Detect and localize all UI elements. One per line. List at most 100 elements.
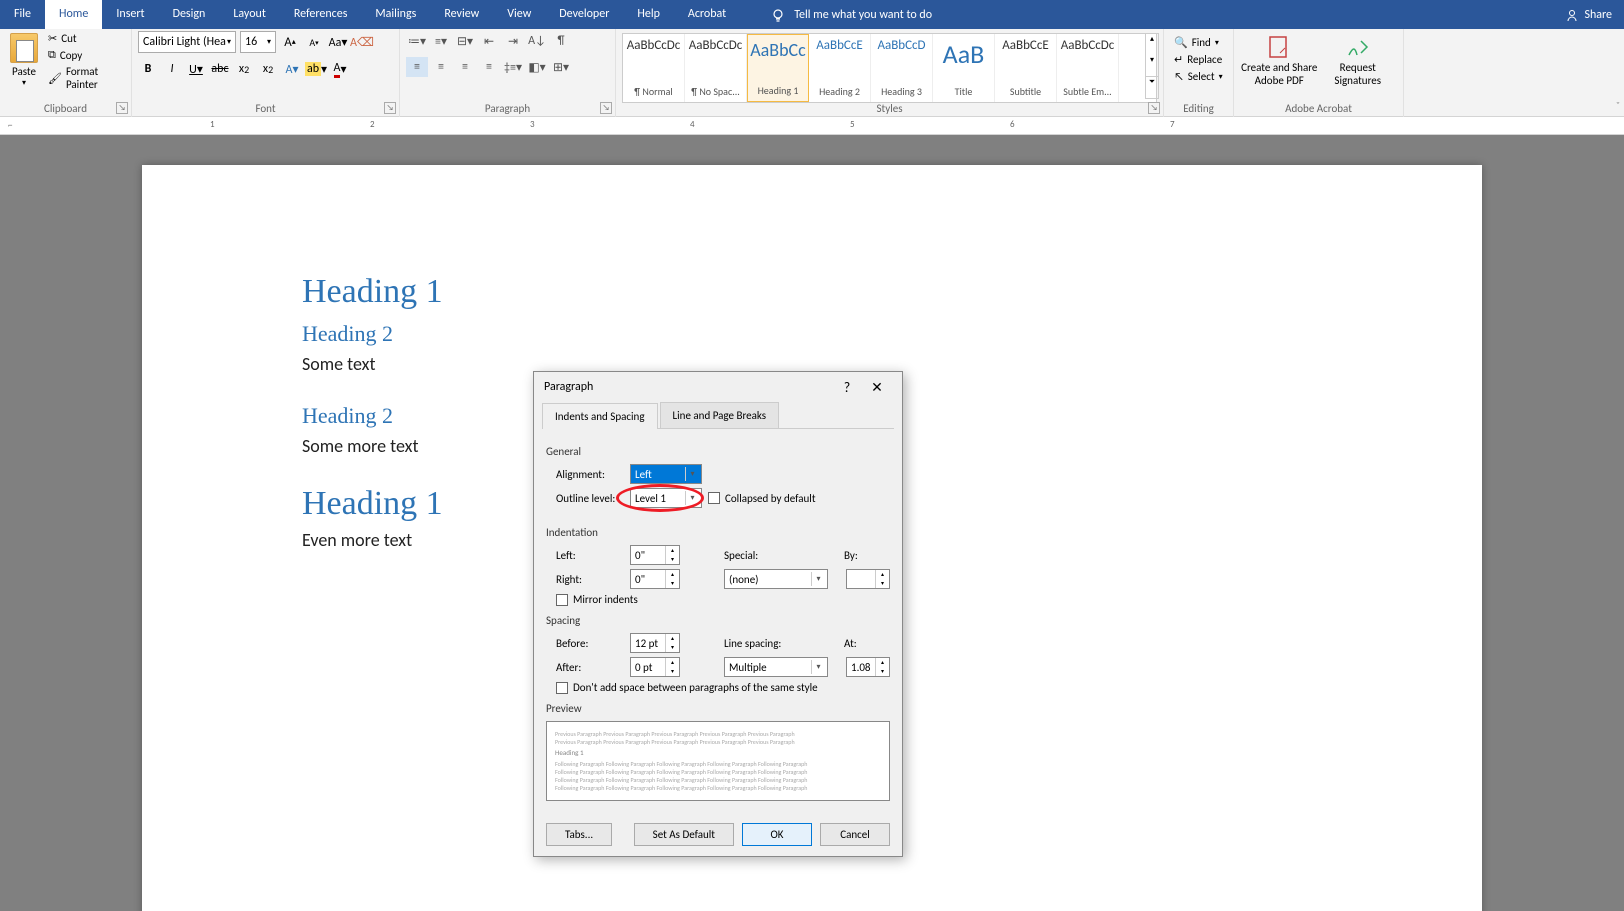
copy-button[interactable]: ⧉Copy xyxy=(46,47,125,63)
font-color-button[interactable]: A▾ xyxy=(330,59,350,79)
style-name-label: Title xyxy=(935,85,992,98)
subscript-button[interactable]: x2 xyxy=(234,59,254,79)
checkbox-icon xyxy=(708,492,720,504)
mirror-indents-checkbox[interactable]: Mirror indents xyxy=(556,593,638,606)
tab-line-page-breaks[interactable]: Line and Page Breaks xyxy=(660,402,780,428)
before-spinner[interactable]: 12 pt▴▾ xyxy=(630,633,680,653)
style-preview: AaBbCcE xyxy=(997,38,1054,53)
style-heading-1[interactable]: AaBbCcHeading 1 xyxy=(747,34,809,102)
bold-button[interactable]: B xyxy=(138,59,158,79)
tab-home[interactable]: Home xyxy=(45,0,102,29)
ok-button[interactable]: OK xyxy=(742,823,812,846)
tabs-button[interactable]: Tabs... xyxy=(546,823,612,846)
tab-layout[interactable]: Layout xyxy=(219,0,280,29)
align-left-button[interactable]: ≡ xyxy=(406,57,428,77)
align-center-button[interactable]: ≡ xyxy=(430,57,452,77)
numbering-button[interactable]: ≡▾ xyxy=(430,31,452,51)
tab-insert[interactable]: Insert xyxy=(102,0,158,29)
italic-button[interactable]: I xyxy=(162,59,182,79)
format-painter-button[interactable]: 🖌Format Painter xyxy=(46,64,125,92)
tab-design[interactable]: Design xyxy=(159,0,220,29)
styles-scroll[interactable]: ▴▾⏷ xyxy=(1145,33,1159,99)
find-button[interactable]: 🔍Find▾ xyxy=(1170,35,1227,50)
tab-indents-spacing[interactable]: Indents and Spacing xyxy=(542,403,658,429)
borders-button[interactable]: ⊞▾ xyxy=(550,57,572,77)
increase-indent-button[interactable]: ⇥ xyxy=(502,31,524,51)
clipboard-dialog-launcher[interactable]: ↘ xyxy=(116,102,128,114)
alignment-combo[interactable]: Left▾ xyxy=(630,464,702,484)
preview-fol-line: Following Paragraph Following Paragraph … xyxy=(555,784,881,792)
replace-button[interactable]: ↵Replace xyxy=(1170,52,1227,67)
dialog-close-button[interactable]: ✕ xyxy=(862,379,892,396)
paragraph-dialog-launcher[interactable]: ↘ xyxy=(600,102,612,114)
tab-developer[interactable]: Developer xyxy=(545,0,623,29)
tab-view[interactable]: View xyxy=(493,0,545,29)
select-button[interactable]: ↖Select▾ xyxy=(1170,69,1227,84)
tab-help[interactable]: Help xyxy=(623,0,674,29)
doc-heading2-a[interactable]: Heading 2 xyxy=(302,321,1322,347)
style-subtle-em---[interactable]: AaBbCcDcSubtle Em... xyxy=(1057,34,1119,102)
line-spacing-combo[interactable]: Multiple▾ xyxy=(724,657,828,677)
clear-formatting-button[interactable]: A⌫ xyxy=(352,32,372,52)
line-spacing-button[interactable]: ‡≡▾ xyxy=(502,57,524,77)
outline-level-combo[interactable]: Level 1▾ xyxy=(630,488,702,508)
ruler-mark: 4 xyxy=(690,119,695,130)
at-spinner[interactable]: 1.08▴▾ xyxy=(846,657,890,677)
style-preview: AaB xyxy=(935,38,992,70)
bullets-button[interactable]: ≔▾ xyxy=(406,31,428,51)
shading-button[interactable]: ◧▾ xyxy=(526,57,548,77)
indent-right-spinner[interactable]: 0"▴▾ xyxy=(630,569,680,589)
tell-me-search[interactable]: Tell me what you want to do xyxy=(770,7,932,23)
by-spinner[interactable]: ▴▾ xyxy=(846,569,890,589)
multilevel-button[interactable]: ⊟▾ xyxy=(454,31,476,51)
style---no-spac---[interactable]: AaBbCcDc¶ No Spac... xyxy=(685,34,747,102)
tab-references[interactable]: References xyxy=(280,0,362,29)
underline-button[interactable]: U▾ xyxy=(186,59,206,79)
font-name-value: Calibri Light (Hea xyxy=(143,35,226,49)
doc-heading1-a[interactable]: Heading 1 xyxy=(302,273,1322,311)
style-title[interactable]: AaB Title xyxy=(933,34,995,102)
outline-level-value: Level 1 xyxy=(635,492,666,505)
cut-label: Cut xyxy=(61,32,76,45)
ruler-corner: ⌐ xyxy=(8,120,12,131)
collapsed-checkbox[interactable]: Collapsed by default xyxy=(708,492,816,505)
dialog-titlebar[interactable]: Paragraph ? ✕ xyxy=(534,372,902,402)
shrink-font-button[interactable]: A▾ xyxy=(304,32,324,52)
strikethrough-button[interactable]: abc xyxy=(210,59,230,79)
tab-acrobat[interactable]: Acrobat xyxy=(674,0,740,29)
font-size-combo[interactable]: 16▾ xyxy=(240,31,276,53)
superscript-button[interactable]: x2 xyxy=(258,59,278,79)
font-dialog-launcher[interactable]: ↘ xyxy=(384,102,396,114)
highlight-button[interactable]: ab▾ xyxy=(306,59,326,79)
tab-file[interactable]: File xyxy=(0,0,45,29)
after-spinner[interactable]: 0 pt▴▾ xyxy=(630,657,680,677)
align-right-button[interactable]: ≡ xyxy=(454,57,476,77)
horizontal-ruler[interactable]: ⌐ 1234567 xyxy=(0,117,1624,135)
alignment-value: Left xyxy=(635,468,652,481)
tab-mailings[interactable]: Mailings xyxy=(361,0,430,29)
set-default-button[interactable]: Set As Default xyxy=(634,823,734,846)
indent-left-spinner[interactable]: 0"▴▾ xyxy=(630,545,680,565)
style---normal[interactable]: AaBbCcDc¶ Normal xyxy=(623,34,685,102)
grow-font-button[interactable]: A▴ xyxy=(280,32,300,52)
font-name-combo[interactable]: Calibri Light (Hea▾ xyxy=(138,31,236,53)
change-case-button[interactable]: Aa▾ xyxy=(328,32,348,52)
cancel-button[interactable]: Cancel xyxy=(820,823,890,846)
share-button[interactable]: Share xyxy=(1565,8,1612,22)
show-marks-button[interactable]: ¶ xyxy=(550,31,572,51)
style-heading-3[interactable]: AaBbCcDHeading 3 xyxy=(871,34,933,102)
sort-button[interactable]: A↓ xyxy=(526,31,548,51)
dialog-help-button[interactable]: ? xyxy=(832,379,862,396)
decrease-indent-button[interactable]: ⇤ xyxy=(478,31,500,51)
special-indent-combo[interactable]: (none)▾ xyxy=(724,569,828,589)
group-clipboard: Paste ▾ ✂Cut ⧉Copy 🖌Format Painter Clipb… xyxy=(0,29,132,117)
tab-review[interactable]: Review xyxy=(430,0,493,29)
collapse-ribbon-button[interactable]: ˇ xyxy=(1616,99,1620,112)
cut-button[interactable]: ✂Cut xyxy=(46,31,125,46)
justify-button[interactable]: ≡ xyxy=(478,57,500,77)
dont-add-space-checkbox[interactable]: Don't add space between paragraphs of th… xyxy=(556,681,818,694)
text-effects-button[interactable]: A▾ xyxy=(282,59,302,79)
style-subtitle[interactable]: AaBbCcESubtitle xyxy=(995,34,1057,102)
styles-dialog-launcher[interactable]: ↘ xyxy=(1148,102,1160,114)
style-heading-2[interactable]: AaBbCcEHeading 2 xyxy=(809,34,871,102)
